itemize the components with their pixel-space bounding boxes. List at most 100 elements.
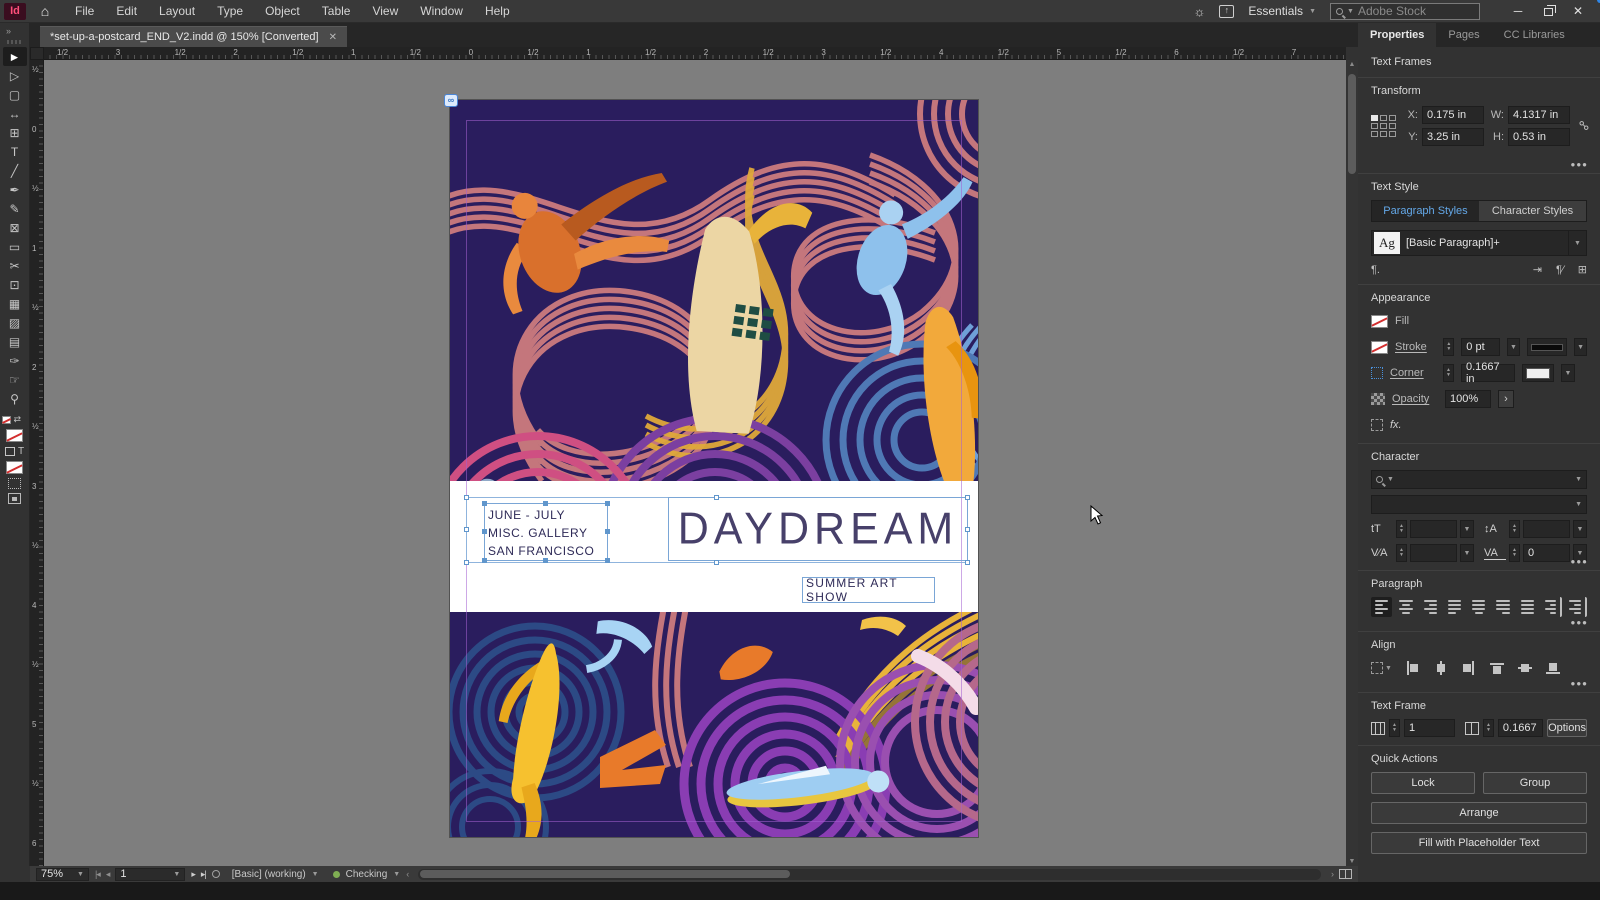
width-field[interactable]: 4.1317 in bbox=[1508, 106, 1570, 124]
chevron-down-icon[interactable]: ▼ bbox=[393, 871, 400, 878]
text-frame-options-button[interactable]: Options bbox=[1547, 719, 1587, 737]
align-away-from-spine-button[interactable] bbox=[1565, 597, 1587, 617]
selection-tool[interactable]: ► bbox=[2, 47, 27, 66]
apply-none-swatch[interactable] bbox=[6, 461, 23, 474]
kerning-dropdown[interactable]: ▼ bbox=[1460, 544, 1474, 562]
gradient-swatch-tool[interactable]: ▦ bbox=[3, 294, 27, 313]
menu-items-item[interactable]: Layout bbox=[150, 1, 204, 21]
stroke-label[interactable]: Stroke bbox=[1395, 341, 1436, 353]
pasteboard[interactable]: ∞ JUNE - JULY MISC. GALLERY SAN FRANCISC… bbox=[44, 60, 1346, 866]
columns-field[interactable]: 1 bbox=[1403, 719, 1455, 737]
justify-right-button[interactable] bbox=[1492, 597, 1513, 617]
scroll-right-icon[interactable]: › bbox=[1331, 869, 1334, 879]
tab-properties[interactable]: Properties bbox=[1358, 23, 1437, 47]
leading-field[interactable] bbox=[1522, 520, 1570, 538]
font-size-stepper[interactable]: ▲ ▼ bbox=[1396, 520, 1407, 538]
character-more-options[interactable]: ●●● bbox=[1571, 557, 1589, 566]
pencil-tool[interactable]: ✎ bbox=[3, 199, 27, 218]
tab-cc-libraries[interactable]: CC Libraries bbox=[1492, 23, 1577, 47]
corner-options-icon[interactable] bbox=[1371, 367, 1383, 379]
screen-mode-icon[interactable] bbox=[8, 493, 21, 504]
next-page-button[interactable]: ▸ bbox=[191, 869, 195, 880]
gradient-feather-tool[interactable]: ▨ bbox=[3, 313, 27, 332]
paragraph-more-options[interactable]: ●●● bbox=[1571, 618, 1589, 627]
menu-items-item[interactable]: File bbox=[66, 1, 103, 21]
corner-label[interactable]: Corner bbox=[1390, 367, 1436, 379]
menu-items-item[interactable]: Window bbox=[411, 1, 472, 21]
font-family-select[interactable]: ▼ ▼ bbox=[1371, 470, 1587, 489]
corner-shape-swatch[interactable] bbox=[1521, 364, 1554, 382]
event-info-text-frame[interactable]: JUNE - JULY MISC. GALLERY SAN FRANCISCO bbox=[482, 501, 610, 563]
scroll-left-icon[interactable]: ‹ bbox=[406, 869, 409, 879]
gap-tool[interactable]: ↔ bbox=[3, 104, 27, 123]
close-tab-icon[interactable]: ✕ bbox=[329, 32, 337, 43]
line-tool[interactable]: ╱ bbox=[3, 161, 27, 180]
note-tool[interactable]: ▤ bbox=[3, 332, 27, 351]
view-options-icon[interactable] bbox=[8, 478, 21, 489]
vertical-scrollbar-thumb[interactable] bbox=[1348, 74, 1356, 174]
character-styles-tab[interactable]: Character Styles bbox=[1479, 201, 1586, 221]
restore-button[interactable] bbox=[1534, 4, 1562, 18]
leading-stepper[interactable]: ▲ ▼ bbox=[1509, 520, 1520, 538]
title-text-frame[interactable]: DAYDREAM bbox=[668, 497, 968, 561]
font-style-select[interactable]: ▼ bbox=[1371, 495, 1587, 514]
new-style-icon[interactable]: ⊞ bbox=[1578, 263, 1587, 276]
page-tool[interactable]: ▢ bbox=[3, 85, 27, 104]
stroke-color-swatch[interactable] bbox=[1371, 340, 1388, 354]
transform-more-options[interactable]: ●●● bbox=[1571, 160, 1589, 169]
stroke-weight-stepper[interactable]: ▲ ▼ bbox=[1443, 338, 1455, 356]
zoom-level-select[interactable]: 75% ▼ bbox=[36, 867, 89, 881]
gutter-stepper[interactable]: ▲ ▼ bbox=[1482, 719, 1494, 737]
scroll-down-icon[interactable]: ▼ bbox=[1346, 858, 1358, 865]
corner-radius-field[interactable]: 0.1667 in bbox=[1460, 361, 1515, 385]
cc-link-badge-icon[interactable]: ∞ bbox=[444, 94, 458, 107]
stroke-style-swatch[interactable] bbox=[1526, 338, 1568, 356]
stock-search-input[interactable]: ▼ Adobe Stock bbox=[1330, 2, 1480, 20]
swap-fill-stroke-icon[interactable]: ⇄ bbox=[14, 414, 22, 425]
eyedropper-tool[interactable]: ✑ bbox=[3, 351, 27, 370]
panel-grip[interactable] bbox=[6, 40, 23, 44]
menu-items-item[interactable]: Table bbox=[313, 1, 360, 21]
page-number-field[interactable]: 1 ▼ bbox=[115, 867, 186, 881]
subtitle-text-frame[interactable]: SUMMER ART SHOW bbox=[802, 576, 935, 604]
redefine-style-icon[interactable]: ⇥ bbox=[1533, 263, 1542, 276]
postcard-artwork-top[interactable] bbox=[450, 100, 978, 481]
tab-pages[interactable]: Pages bbox=[1436, 23, 1491, 47]
align-objects-left-button[interactable] bbox=[1402, 658, 1424, 678]
align-objects-top-button[interactable] bbox=[1486, 658, 1508, 678]
chevron-down-icon[interactable]: ▼ bbox=[1575, 476, 1582, 483]
menu-items-item[interactable]: Type bbox=[208, 1, 252, 21]
pen-tool[interactable]: ✒ bbox=[3, 180, 27, 199]
justify-all-button[interactable] bbox=[1517, 597, 1538, 617]
scroll-up-icon[interactable]: ▲ bbox=[1346, 61, 1358, 68]
vertical-scrollbar[interactable]: ▲ ▼ bbox=[1346, 60, 1358, 866]
default-fill-stroke-icon[interactable] bbox=[1, 415, 11, 424]
align-more-options[interactable]: ●●● bbox=[1571, 679, 1589, 688]
align-objects-vcenter-button[interactable] bbox=[1514, 658, 1536, 678]
align-to-select[interactable]: ▼ bbox=[1371, 662, 1392, 674]
document-tab[interactable]: *set-up-a-postcard_END_V2.indd @ 150% [C… bbox=[40, 26, 347, 47]
fill-color-swatch[interactable] bbox=[1371, 314, 1388, 328]
fx-icon[interactable]: fx. bbox=[1390, 419, 1402, 431]
justify-center-button[interactable] bbox=[1468, 597, 1489, 617]
content-collector-tool[interactable]: ⊞ bbox=[3, 123, 27, 142]
type-tool[interactable]: T bbox=[3, 142, 27, 161]
stroke-weight-dropdown[interactable]: ▼ bbox=[1507, 338, 1520, 356]
constrain-proportions-icon[interactable]: ⚯ bbox=[1574, 116, 1593, 135]
learn-lightbulb-icon[interactable]: ☼ bbox=[1193, 4, 1205, 19]
vertical-ruler[interactable]: ½ 0 ½ 1 ½ 2 ½ 3 ½ 4 ½ 5 ½ 6 bbox=[30, 60, 44, 866]
align-objects-hcenter-button[interactable] bbox=[1430, 658, 1452, 678]
chevron-down-icon[interactable]: ▼ bbox=[1575, 501, 1582, 508]
rectangle-tool[interactable]: ▭ bbox=[3, 237, 27, 256]
kerning-field[interactable] bbox=[1409, 544, 1457, 562]
lock-button[interactable]: Lock bbox=[1371, 772, 1475, 794]
stroke-weight-field[interactable]: 0 pt bbox=[1461, 338, 1501, 356]
preflight-menu[interactable]: [Basic] (working) ▼ bbox=[232, 869, 319, 880]
zoom-tool[interactable]: ⚲ bbox=[3, 389, 27, 408]
hand-tool[interactable]: ☞ bbox=[3, 370, 27, 389]
fill-swatch[interactable] bbox=[6, 429, 23, 442]
opacity-label[interactable]: Opacity bbox=[1392, 393, 1438, 405]
chevron-down-icon[interactable]: ▼ bbox=[1568, 231, 1586, 255]
gutter-field[interactable]: 0.1667 bbox=[1497, 719, 1544, 737]
y-position-field[interactable]: 3.25 in bbox=[1422, 128, 1484, 146]
